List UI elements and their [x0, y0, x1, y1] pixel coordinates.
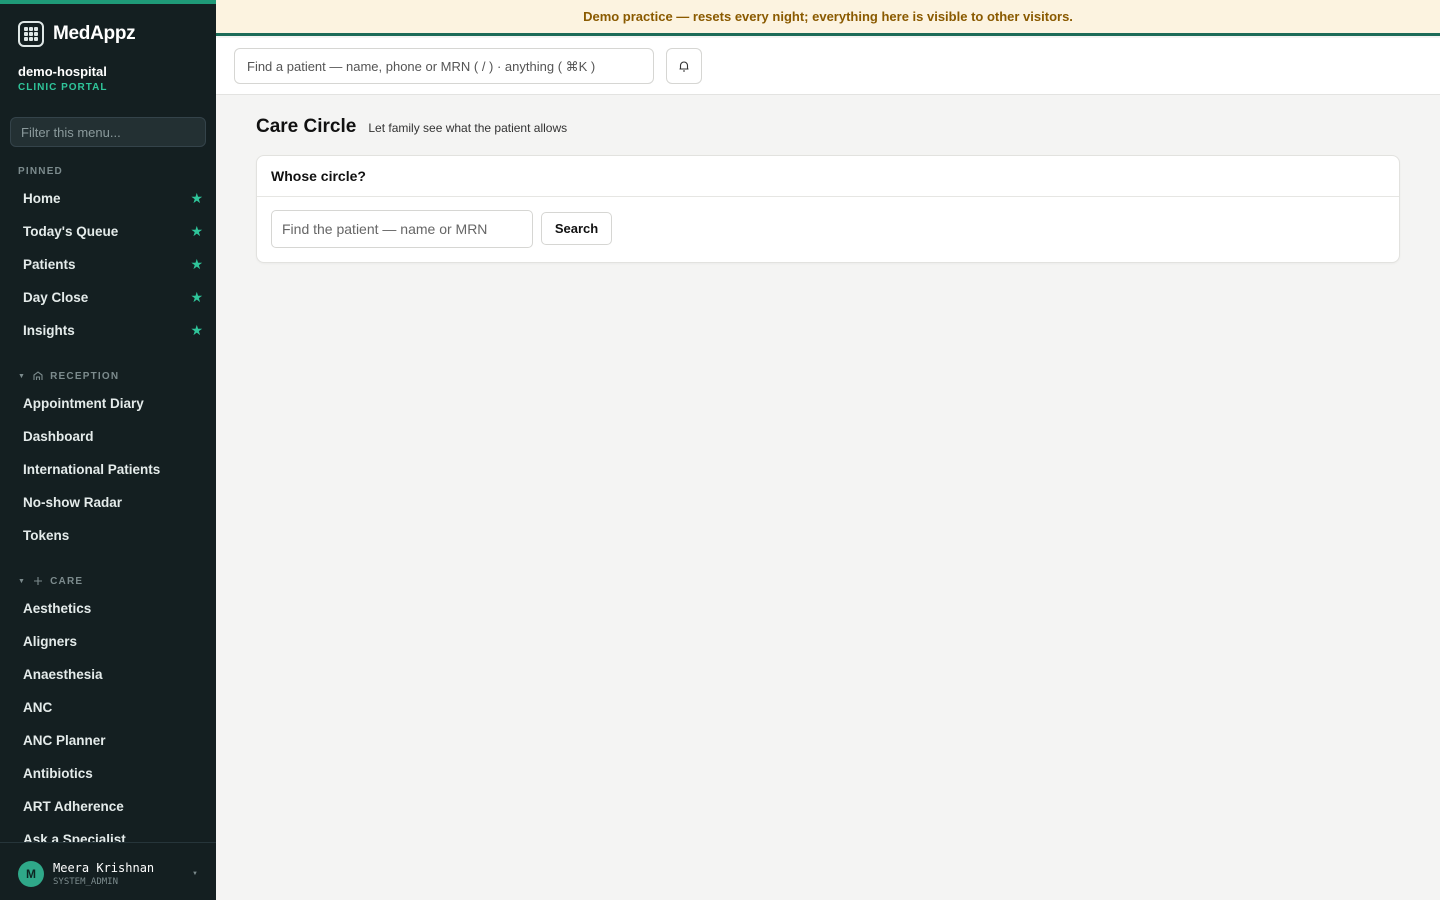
sidebar-item-label: Tokens	[23, 527, 70, 543]
sidebar-item-label: Anaesthesia	[23, 666, 103, 682]
org-name: demo-hospital	[18, 64, 107, 79]
sidebar-item-anaesthesia[interactable]: Anaesthesia	[23, 662, 203, 686]
star-icon[interactable]: ★	[190, 289, 203, 306]
sidebar-item-label: International Patients	[23, 461, 161, 477]
sidebar-item-label: Day Close	[23, 289, 89, 305]
chevron-down-icon: ▼	[192, 871, 198, 877]
sidebar-item-appointment-diary[interactable]: Appointment Diary	[23, 391, 203, 415]
section-label-pinned: PINNED	[18, 166, 63, 177]
global-search-input[interactable]	[234, 48, 654, 84]
section-toggle-care[interactable]: ▼ CARE	[18, 575, 83, 587]
plus-icon	[34, 577, 43, 585]
sidebar-item-label: Aligners	[23, 633, 78, 649]
caret-down-icon: ▼	[18, 577, 27, 585]
sidebar-item-label: Insights	[23, 322, 75, 338]
patient-search-card: Whose circle? Search	[256, 155, 1400, 263]
star-icon[interactable]: ★	[190, 190, 203, 207]
section-toggle-reception[interactable]: ▼ RECEPTION	[18, 370, 119, 382]
page-title: Care Circle	[256, 116, 357, 137]
caret-down-icon: ▼	[18, 372, 27, 380]
sidebar-item-label: ART Adherence	[23, 798, 124, 814]
sidebar-item-label: Aesthetics	[23, 600, 92, 616]
sidebar-item-patients[interactable]: Patients ★	[23, 252, 203, 276]
topbar	[216, 38, 1440, 95]
patient-search-input[interactable]	[271, 210, 533, 248]
sidebar: MedAppz demo-hospital CLINIC PORTAL PINN…	[0, 0, 216, 900]
sidebar-item-anc[interactable]: ANC	[23, 695, 203, 719]
sidebar-item-no-show-radar[interactable]: No-show Radar	[23, 490, 203, 514]
star-icon[interactable]: ★	[190, 256, 203, 273]
user-menu[interactable]: M Meera Krishnan SYSTEM_ADMIN ▼	[0, 842, 216, 900]
sidebar-item-label: ANC	[23, 699, 53, 715]
sidebar-item-dashboard[interactable]: Dashboard	[23, 424, 203, 448]
logo-icon	[18, 21, 44, 47]
star-icon[interactable]: ★	[190, 223, 203, 240]
sidebar-item-art-adherence[interactable]: ART Adherence	[23, 794, 203, 818]
sidebar-item-aligners[interactable]: Aligners	[23, 629, 203, 653]
sidebar-item-label: Home	[23, 190, 61, 206]
demo-banner: Demo practice — resets every night; ever…	[216, 0, 1440, 36]
sidebar-item-anc-planner[interactable]: ANC Planner	[23, 728, 203, 752]
bell-icon	[679, 61, 689, 72]
org-info: demo-hospital CLINIC PORTAL	[18, 64, 107, 93]
sidebar-item-todays-queue[interactable]: Today's Queue ★	[23, 219, 203, 243]
sidebar-item-label: ANC Planner	[23, 732, 106, 748]
page-subtitle: Let family see what the patient allows	[368, 121, 568, 135]
sidebar-item-aesthetics[interactable]: Aesthetics	[23, 596, 203, 620]
avatar: M	[18, 860, 44, 887]
brand[interactable]: MedAppz	[18, 20, 136, 48]
sidebar-item-international-patients[interactable]: International Patients	[23, 457, 203, 481]
star-icon[interactable]: ★	[190, 322, 203, 339]
sidebar-item-insights[interactable]: Insights ★	[23, 318, 203, 342]
sidebar-item-day-close[interactable]: Day Close ★	[23, 285, 203, 309]
sidebar-item-label: Today's Queue	[23, 223, 119, 239]
sidebar-item-label: Dashboard	[23, 428, 94, 444]
portal-label: CLINIC PORTAL	[18, 82, 108, 93]
sidebar-item-home[interactable]: Home ★	[23, 186, 203, 210]
page-header: Care Circle Let family see what the pati…	[256, 116, 567, 138]
section-label-care: CARE	[50, 575, 84, 587]
sidebar-item-tokens[interactable]: Tokens	[23, 523, 203, 547]
notifications-button[interactable]	[666, 48, 702, 84]
banner-text: Demo practice — resets every night; ever…	[583, 9, 1073, 24]
sidebar-item-label: Appointment Diary	[23, 395, 144, 411]
sidebar-item-label: No-show Radar	[23, 494, 123, 510]
brand-name: MedAppz	[53, 23, 136, 44]
card-title: Whose circle?	[257, 156, 1399, 197]
sidebar-item-label: Patients	[23, 256, 76, 272]
section-label-reception: RECEPTION	[50, 370, 120, 382]
sidebar-item-antibiotics[interactable]: Antibiotics	[23, 761, 203, 785]
user-role: SYSTEM_ADMIN	[53, 876, 119, 887]
user-name: Meera Krishnan	[53, 860, 155, 875]
reception-icon	[33, 371, 43, 380]
menu-filter-input[interactable]	[10, 117, 206, 147]
sidebar-item-label: Antibiotics	[23, 765, 93, 781]
search-button[interactable]: Search	[541, 212, 612, 245]
